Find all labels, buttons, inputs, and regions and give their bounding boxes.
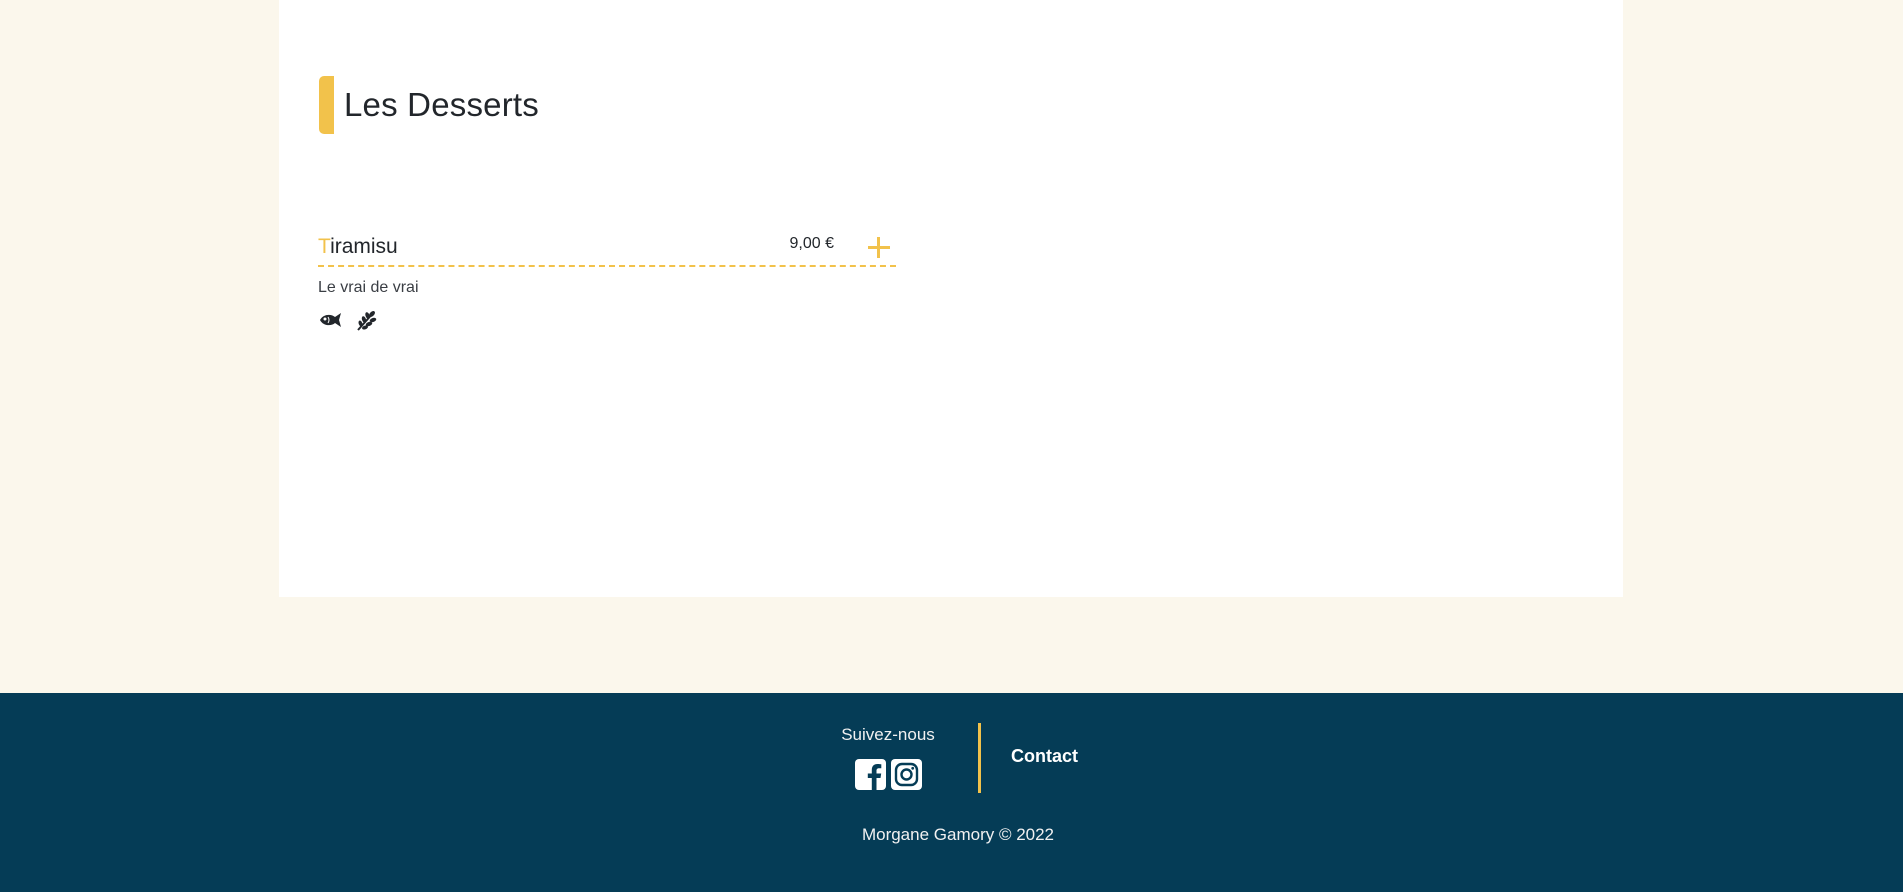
site-footer: Suivez-nous Contact Morgane Gamory © 202… <box>0 693 1903 892</box>
fish-icon <box>318 309 342 331</box>
footer-divider <box>978 723 981 793</box>
follow-label: Suivez-nous <box>841 725 935 744</box>
social-links <box>818 759 958 790</box>
wheat-icon <box>355 309 379 331</box>
contact-link[interactable]: Contact <box>1011 746 1078 767</box>
copyright: Morgane Gamory © 2022 <box>861 825 1055 844</box>
dish-price: 9,00 € <box>789 235 834 252</box>
dish-item: Tiramisu 9,00 € Le vrai de vrai <box>318 230 896 331</box>
dish-description: Le vrai de vrai <box>318 279 419 296</box>
dish-name-initial: T <box>318 235 331 258</box>
add-to-cart-button[interactable] <box>866 234 892 260</box>
section-heading: Les Desserts <box>319 75 539 135</box>
dish-header: Tiramisu 9,00 € <box>318 230 896 267</box>
heading-accent-bar <box>319 76 334 134</box>
instagram-icon[interactable] <box>890 759 922 790</box>
menu-card: Les Desserts Tiramisu 9,00 € Le vrai de … <box>279 0 1623 597</box>
dish-name-rest: iramisu <box>330 235 398 258</box>
allergen-list <box>318 309 896 331</box>
facebook-icon[interactable] <box>854 759 886 790</box>
social-follow: Suivez-nous <box>818 725 958 790</box>
dish-name: Tiramisu <box>318 235 398 259</box>
page-title: Les Desserts <box>344 86 539 123</box>
